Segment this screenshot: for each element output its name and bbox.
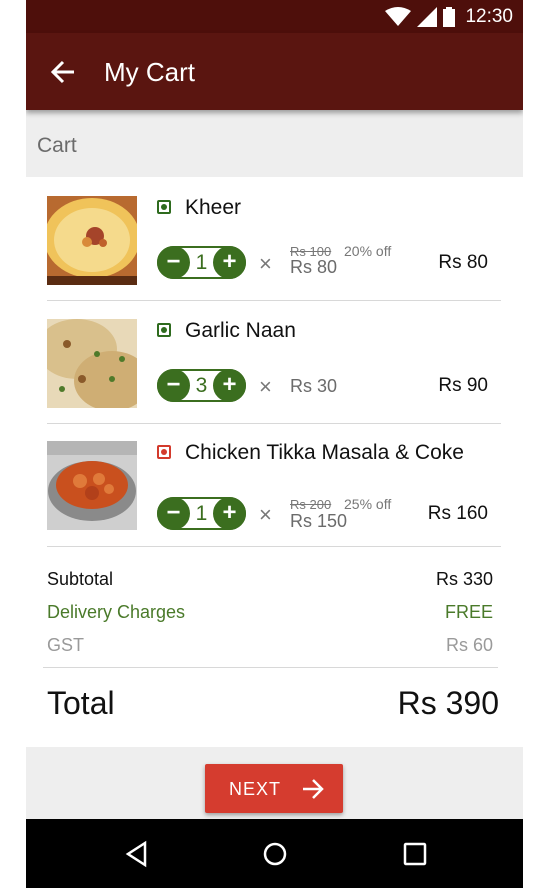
divider [43,667,498,668]
line-total: Rs 90 [438,375,488,396]
nav-home-button[interactable] [260,839,290,869]
battery-icon [443,7,456,27]
unit-price: Rs 80 [290,257,338,277]
footer-bar: NEXT [26,747,523,819]
subtotal-row: Subtotal Rs 330 [47,569,493,590]
next-label: NEXT [229,779,282,799]
kheer-image [47,196,137,285]
decrement-button[interactable]: − [157,369,190,402]
status-time: 12:30 [465,6,513,27]
status-bar: 12:30 [26,0,523,33]
item-name: Garlic Naan [185,319,296,342]
circle-home-icon [263,842,287,866]
subtotal-value: Rs 330 [435,569,493,589]
multiply-icon: × [259,251,272,276]
cart-item-kheer: Kheer − 1 + × Rs 100 20% off Rs 80 Rs 80 [26,177,523,299]
triangle-back-icon [125,840,147,868]
quantity-value: 1 [195,502,208,525]
next-button[interactable]: NEXT [205,764,343,813]
original-price: Rs 200 [290,497,332,512]
square-recents-icon [403,842,427,866]
cart-section-header: Cart [26,110,523,177]
garlic-naan-image [47,319,137,408]
total-row: Total Rs 390 [47,685,499,722]
unit-price: Rs 150 [290,511,348,531]
item-name: Chicken Tikka Masala & Coke [185,441,464,464]
quantity-value: 3 [195,374,208,397]
subtotal-label: Subtotal [47,569,114,589]
gst-value: Rs 60 [445,635,493,655]
app-bar: My Cart [26,33,523,110]
cart-item-garlic-naan: Garlic Naan − 3 + × Rs 30 Rs 90 [26,300,523,422]
increment-button[interactable]: + [213,246,246,279]
arrow-left-icon [50,60,74,84]
veg-indicator-icon [157,200,171,214]
arrow-right-icon [303,779,324,799]
system-nav-bar [26,819,523,888]
nav-recents-button[interactable] [400,839,430,869]
signal-icon [417,7,438,27]
back-button[interactable] [48,57,80,87]
delivery-label: Delivery Charges [47,602,186,622]
gst-row: GST Rs 60 [47,635,493,656]
unit-price: Rs 30 [290,376,338,396]
phone-screen: 12:30 My Cart Cart Kheer − 1 + × Rs 100 … [26,0,523,888]
line-total: Rs 80 [438,252,488,273]
section-title: Cart [37,134,77,157]
wifi-icon [385,7,412,26]
quantity-stepper: − 3 + [157,369,246,402]
delivery-row: Delivery Charges FREE [47,602,493,623]
chicken-tikka-image [47,441,137,530]
quantity-value: 1 [195,251,208,274]
increment-button[interactable]: + [213,369,246,402]
total-label: Total [47,685,115,721]
discount-label: 20% off [344,243,392,259]
divider [47,546,501,547]
increment-button[interactable]: + [213,497,246,530]
total-value: Rs 390 [397,685,499,721]
nonveg-indicator-icon [157,445,171,459]
decrement-button[interactable]: − [157,497,190,530]
nav-back-button[interactable] [123,839,153,869]
status-icons: 12:30 [385,6,513,28]
multiply-icon: × [259,502,272,527]
decrement-button[interactable]: − [157,246,190,279]
delivery-value: FREE [444,602,493,622]
line-total: Rs 160 [427,503,488,524]
item-name: Kheer [185,196,242,219]
veg-indicator-icon [157,323,171,337]
gst-label: GST [47,635,85,655]
page-title: My Cart [104,57,195,87]
quantity-stepper: − 1 + [157,246,246,279]
multiply-icon: × [259,374,272,399]
quantity-stepper: − 1 + [157,497,246,530]
cart-item-chicken-tikka: Chicken Tikka Masala & Coke − 1 + × Rs 2… [26,422,523,544]
discount-label: 25% off [344,496,392,512]
